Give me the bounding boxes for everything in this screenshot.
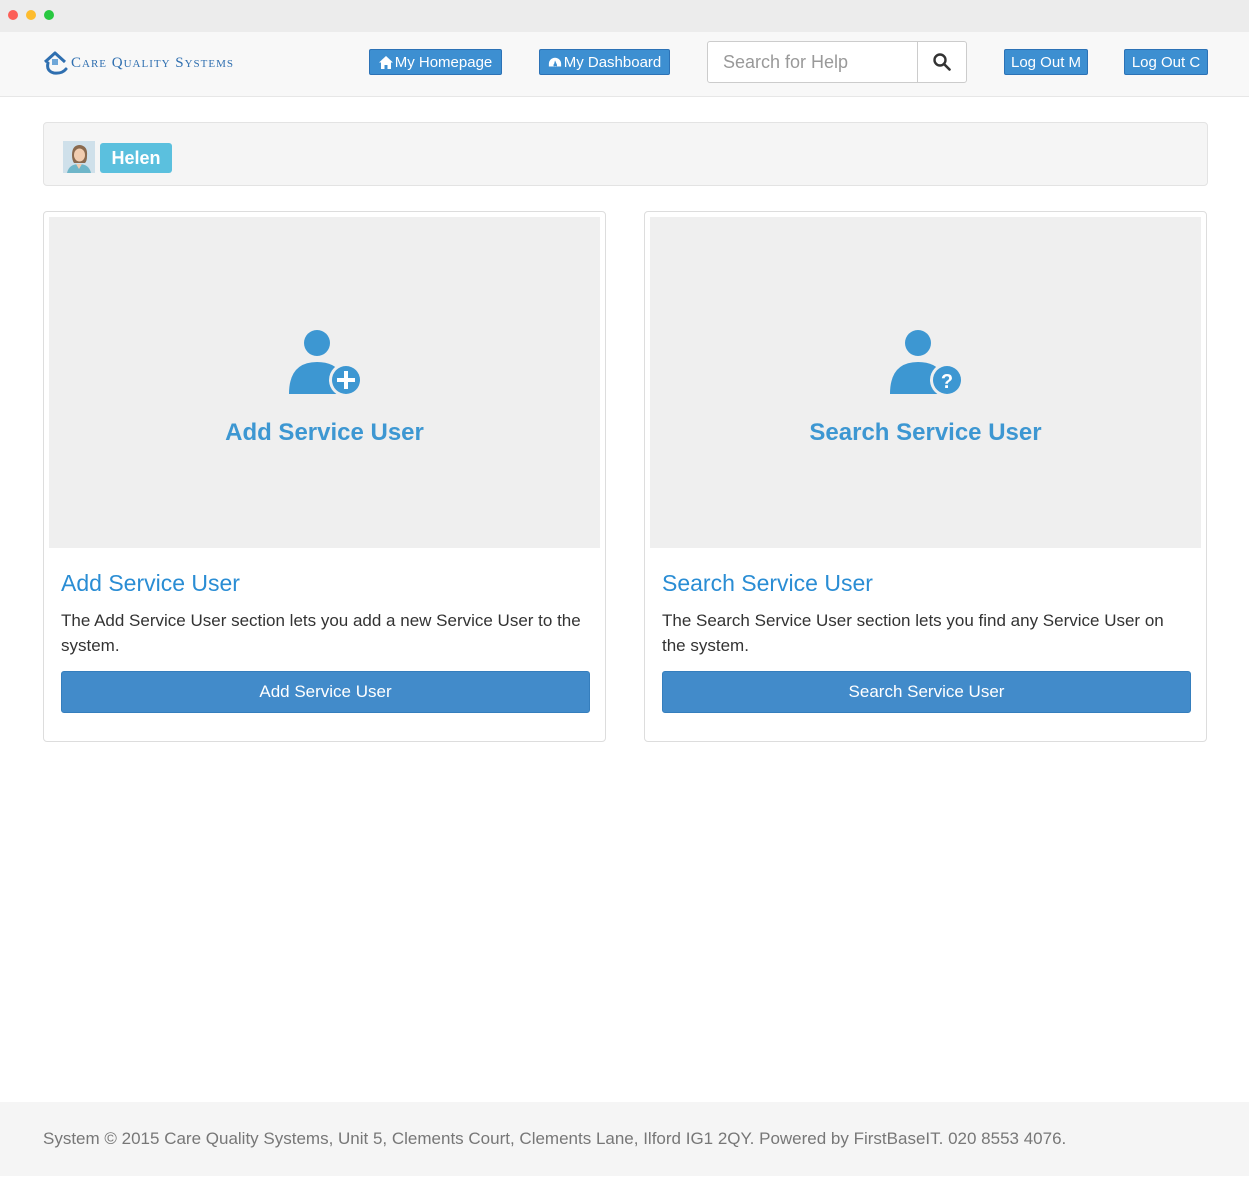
close-window-button[interactable] (8, 10, 18, 20)
window-titlebar (0, 0, 1249, 32)
log-out-m-button[interactable]: Log Out M (1004, 49, 1088, 75)
add-service-user-hero[interactable]: Add Service User (49, 217, 600, 548)
search-service-user-hero[interactable]: ? Search Service User (650, 217, 1201, 548)
search-button[interactable] (917, 41, 967, 83)
search-icon (933, 53, 951, 71)
page-footer: System © 2015 Care Quality Systems, Unit… (0, 1102, 1249, 1176)
user-name: Helen (111, 147, 161, 168)
search-user-icon: ? (890, 330, 964, 397)
user-panel: Helen (43, 122, 1208, 186)
add-service-user-title: Add Service User (61, 570, 240, 596)
add-service-user-description: The Add Service User section lets you ad… (61, 611, 581, 655)
search-service-user-card: ? Search Service User Search Service Use… (644, 211, 1207, 742)
search-service-user-title: Search Service User (662, 570, 873, 596)
brand-logo[interactable]: Care Quality Systems (42, 48, 234, 78)
minimize-window-button[interactable] (26, 10, 36, 20)
home-icon (378, 55, 393, 69)
user-avatar[interactable] (63, 141, 95, 173)
search-help-input[interactable] (707, 41, 918, 83)
my-dashboard-button[interactable]: My Dashboard (539, 49, 670, 75)
log-out-m-label: Log Out M (1010, 53, 1082, 71)
my-homepage-label: My Homepage (394, 53, 493, 71)
brand-name: Care Quality Systems (71, 54, 235, 71)
my-homepage-button[interactable]: My Homepage (369, 49, 502, 75)
top-navbar: Care Quality Systems My Homepage My Dash… (0, 32, 1249, 97)
my-dashboard-label: My Dashboard (563, 53, 662, 71)
user-name-badge[interactable]: Helen (100, 143, 172, 173)
add-user-icon (289, 330, 363, 397)
add-service-user-button[interactable]: Add Service User (61, 671, 590, 713)
search-service-user-description: The Search Service User section lets you… (662, 611, 1164, 655)
log-out-c-button[interactable]: Log Out C (1124, 49, 1208, 75)
search-service-user-hero-title: Search Service User (809, 419, 1042, 446)
log-out-c-label: Log Out C (1131, 53, 1201, 71)
user-photo-avatar (63, 141, 95, 173)
add-service-user-button-label: Add Service User (259, 682, 392, 701)
dashboard-icon (548, 57, 561, 67)
svg-text:?: ? (941, 371, 953, 393)
search-service-user-button[interactable]: Search Service User (662, 671, 1191, 713)
house-hand-logo-icon (43, 51, 68, 75)
search-service-user-button-label: Search Service User (848, 682, 1005, 701)
add-service-user-hero-title: Add Service User (225, 419, 424, 446)
footer-text: System © 2015 Care Quality Systems, Unit… (43, 1129, 1067, 1148)
maximize-window-button[interactable] (44, 10, 54, 20)
add-service-user-card: Add Service User Add Service User The Ad… (43, 211, 606, 742)
